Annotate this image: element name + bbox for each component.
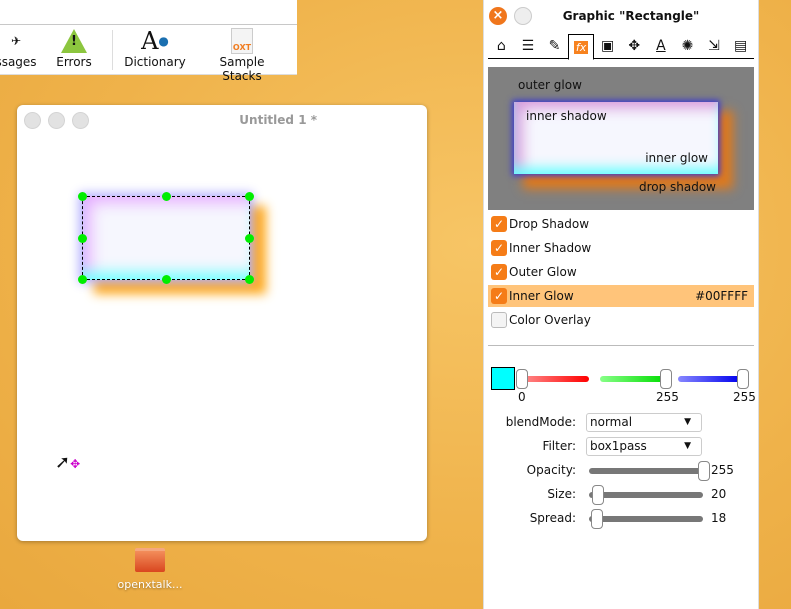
label: Sample Stacks: [219, 55, 265, 83]
preview-rectangle: inner shadow inner glow: [514, 102, 718, 174]
effects-preview: outer glow inner shadow inner glow drop …: [488, 67, 754, 210]
image-icon[interactable]: ▣: [594, 34, 621, 58]
chevron-down-icon: ▼: [684, 441, 691, 451]
divider: [488, 345, 754, 346]
dictionary-button[interactable]: A ● Dictionary: [122, 27, 188, 69]
color-swatch[interactable]: [491, 367, 515, 390]
checkbox-checked[interactable]: ✓: [491, 264, 507, 280]
opacity-label: Opacity:: [526, 463, 576, 477]
divider: [112, 30, 113, 70]
graphic-inspector-palette: × Graphic "Rectangle" ⌂ ☰ ✎ fx ▣ ✥ A ✺ ⇲…: [483, 0, 759, 609]
red-value: 0: [518, 390, 526, 404]
text-icon[interactable]: A: [648, 34, 675, 58]
effect-inner-glow[interactable]: ✓ Inner Glow #00FFFF: [488, 285, 754, 307]
chevron-down-icon: ▼: [684, 417, 691, 427]
inspector-tabs: ⌂ ☰ ✎ fx ▣ ✥ A ✺ ⇲ ▤: [488, 34, 754, 60]
effect-inner-shadow[interactable]: ✓ Inner Shadow: [488, 237, 754, 259]
spread-slider-thumb[interactable]: [591, 509, 603, 529]
label: Inner Glow: [509, 289, 574, 303]
inner-shadow-label: inner shadow: [526, 109, 607, 123]
resize-icon[interactable]: ⇲: [701, 34, 728, 58]
checkbox-checked[interactable]: ✓: [491, 240, 507, 256]
label: Color Overlay: [509, 313, 591, 327]
resize-handle[interactable]: [78, 234, 87, 243]
palette-title: Graphic "Rectangle": [562, 9, 700, 23]
resize-handle[interactable]: [245, 234, 254, 243]
label: Errors: [56, 55, 92, 69]
effect-drop-shadow[interactable]: ✓ Drop Shadow: [488, 213, 754, 235]
messages-button[interactable]: ✈ ssages: [0, 27, 40, 69]
inner-glow-label: inner glow: [645, 151, 708, 165]
window-title: Untitled 1 *: [239, 113, 317, 127]
size-value: 20: [711, 487, 727, 501]
red-slider-thumb[interactable]: [516, 369, 528, 389]
sample-stacks-icon: OXT: [198, 27, 286, 55]
warning-icon: !: [52, 27, 96, 55]
blue-value: 255: [733, 390, 756, 404]
desktop-folder[interactable]: openxtalk...: [110, 548, 190, 591]
move-icon[interactable]: ✥: [621, 34, 648, 58]
effect-outer-glow[interactable]: ✓ Outer Glow: [488, 261, 754, 283]
spread-slider-track[interactable]: [589, 516, 703, 522]
label: ssages: [0, 55, 37, 69]
blue-slider-thumb[interactable]: [737, 369, 749, 389]
drop-shadow-label: drop shadow: [638, 180, 716, 194]
green-slider-thumb[interactable]: [660, 369, 672, 389]
document-window: Untitled 1 * ➚✥: [17, 105, 427, 541]
home-icon[interactable]: ⌂: [488, 34, 515, 58]
resize-handle[interactable]: [162, 275, 171, 284]
dictionary-icon: A ●: [141, 27, 169, 55]
outer-glow-label: outer glow: [518, 78, 582, 92]
folder-label: openxtalk...: [117, 578, 183, 591]
opacity-value: 255: [711, 463, 734, 477]
label: Dictionary: [124, 55, 186, 69]
effects-icon[interactable]: ✺: [674, 34, 701, 58]
filter-select[interactable]: box1pass ▼: [586, 437, 702, 456]
resize-handle[interactable]: [162, 192, 171, 201]
size-label: Size:: [547, 487, 576, 501]
blue-slider-track[interactable]: [678, 376, 740, 382]
green-value: 255: [656, 390, 679, 404]
move-cursor-icon: ➚✥: [55, 452, 81, 473]
errors-button[interactable]: ! Errors: [52, 27, 96, 69]
folder-icon: [135, 548, 165, 572]
effect-color-value: #00FFFF: [695, 289, 748, 303]
opacity-slider-track[interactable]: [589, 468, 703, 474]
filter-value: box1pass: [590, 439, 647, 453]
checkbox-checked[interactable]: ✓: [491, 288, 507, 304]
label: Inner Shadow: [509, 241, 592, 255]
divider: [0, 24, 297, 25]
script-icon[interactable]: ▤: [727, 34, 754, 58]
blend-mode-value: normal: [590, 415, 633, 429]
opacity-slider-thumb[interactable]: [698, 461, 710, 481]
blend-mode-select[interactable]: normal ▼: [586, 413, 702, 432]
label: Outer Glow: [509, 265, 577, 279]
resize-handle[interactable]: [245, 275, 254, 284]
selection-box: [78, 192, 254, 284]
green-slider-track[interactable]: [600, 376, 666, 382]
label: Drop Shadow: [509, 217, 590, 231]
spread-label: Spread:: [529, 511, 576, 525]
pencil-icon[interactable]: ✎: [541, 34, 568, 58]
checkbox-checked[interactable]: ✓: [491, 216, 507, 232]
size-slider-track[interactable]: [589, 492, 703, 498]
size-slider-thumb[interactable]: [592, 485, 604, 505]
message-icon: ✈: [10, 34, 22, 48]
tab-effects[interactable]: fx: [567, 34, 595, 60]
fx-icon: fx: [573, 41, 589, 54]
resize-handle[interactable]: [78, 192, 87, 201]
resize-handle[interactable]: [78, 275, 87, 284]
red-slider-track[interactable]: [524, 376, 589, 382]
effect-color-overlay[interactable]: Color Overlay: [488, 309, 754, 331]
layers-icon[interactable]: ☰: [515, 34, 542, 58]
tools-toolbar: ✈ ssages !Errors A●Dictionary OXTSample S…: [0, 0, 297, 83]
spread-value: 18: [711, 511, 727, 525]
blend-mode-label: blendMode:: [505, 415, 576, 429]
filter-label: Filter:: [542, 439, 576, 453]
resize-handle[interactable]: [245, 192, 254, 201]
checkbox-unchecked[interactable]: [491, 312, 507, 328]
sample-stacks-button[interactable]: OXT Sample Stacks: [198, 27, 286, 83]
